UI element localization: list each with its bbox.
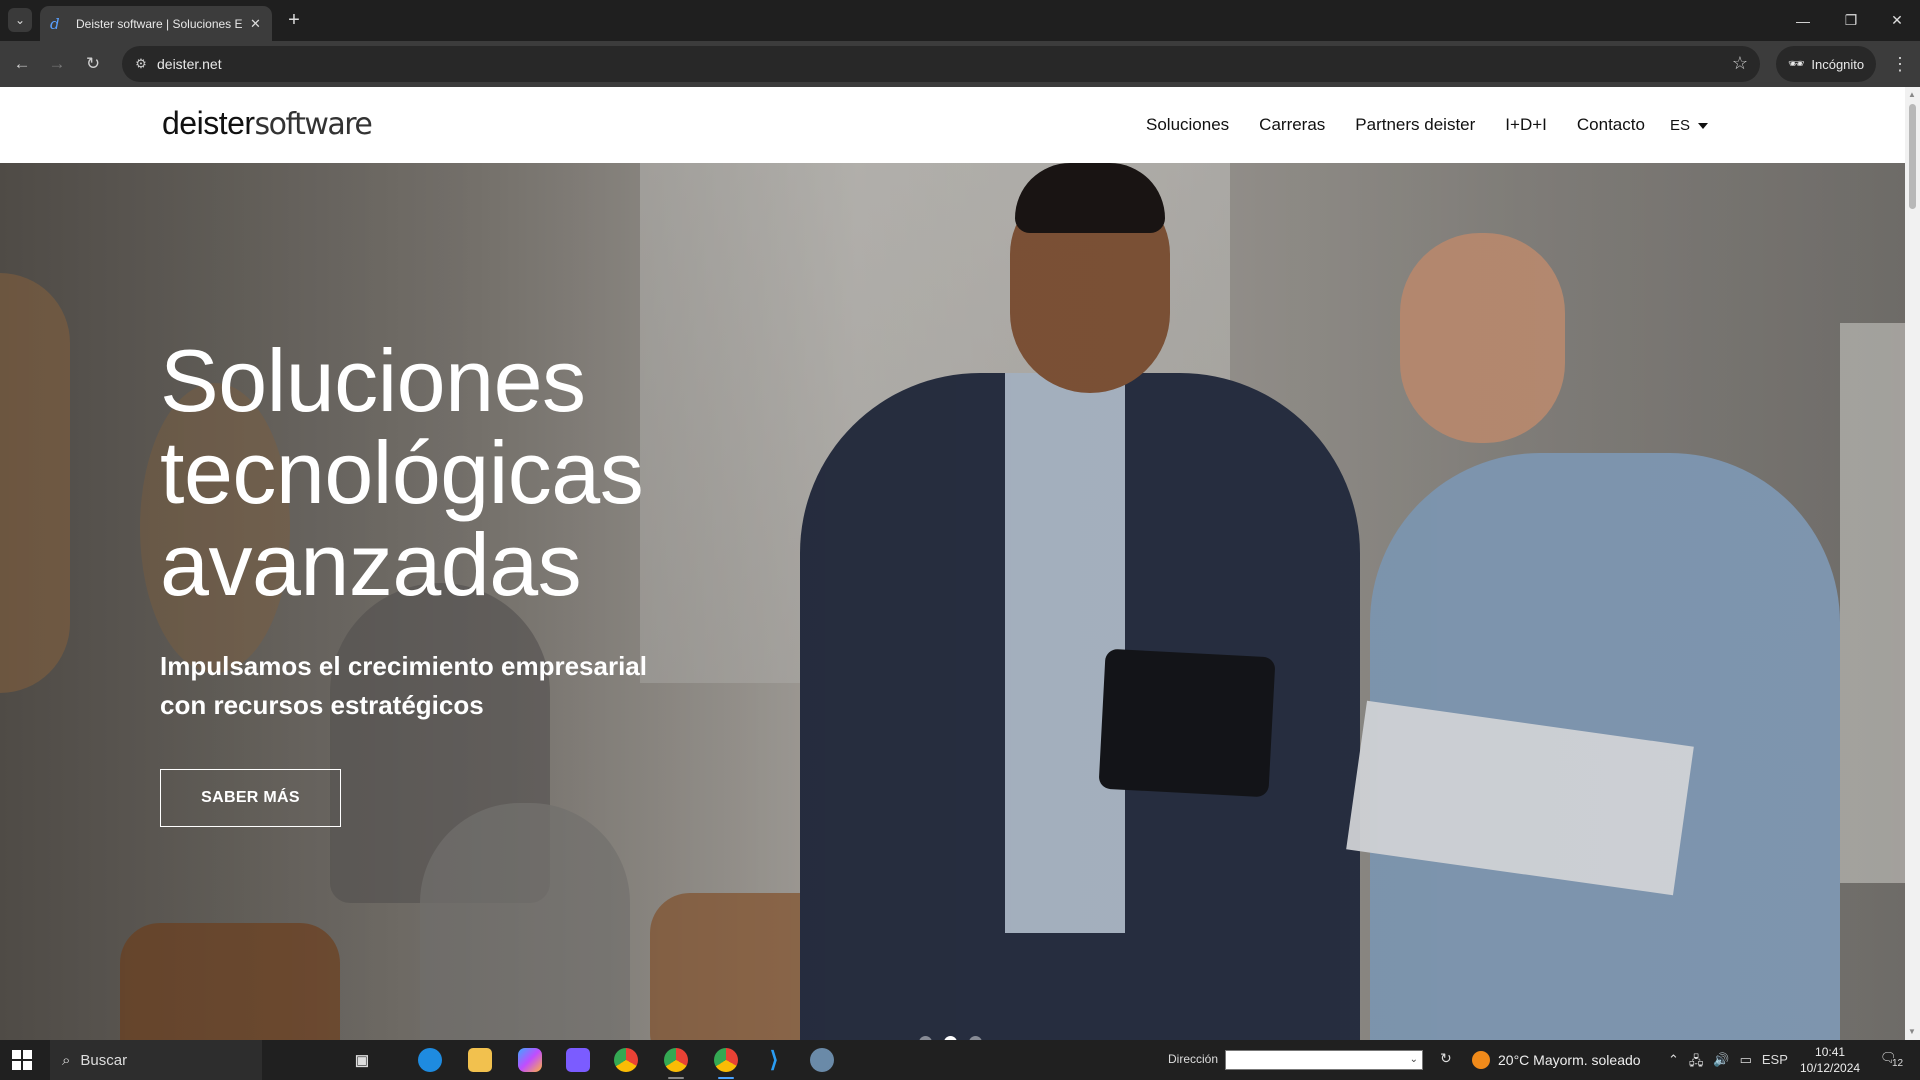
clock[interactable]: 10:41 10/12/2024 bbox=[1800, 1044, 1860, 1076]
browser-tab-active[interactable]: d Deister software | Soluciones El ✕ bbox=[40, 6, 272, 41]
favicon-icon: d bbox=[50, 14, 60, 33]
app-icon[interactable] bbox=[566, 1048, 590, 1072]
saber-mas-button[interactable]: SABER MÁS bbox=[160, 769, 341, 827]
nav-carreras[interactable]: Carreras bbox=[1259, 115, 1325, 135]
chevron-up-icon[interactable]: ⌃ bbox=[1668, 1052, 1679, 1074]
input-language[interactable]: ESP bbox=[1762, 1052, 1788, 1074]
chrome-icon[interactable] bbox=[614, 1048, 638, 1072]
windows-start-icon[interactable] bbox=[12, 1050, 32, 1070]
file-explorer-icon[interactable] bbox=[468, 1048, 492, 1072]
tab-list-icon[interactable]: ⌄ bbox=[8, 8, 32, 32]
restore-icon[interactable]: ❐ bbox=[1828, 0, 1874, 41]
page-scrollbar[interactable]: ▲ ▼ bbox=[1905, 87, 1920, 1040]
nav-partners[interactable]: Partners deister bbox=[1355, 115, 1475, 135]
browser-toolbar: ← → ↻ ⚙ deister.net ☆ 🕶 Incógnito ⋮ bbox=[0, 41, 1920, 87]
logo-bold: deister bbox=[162, 105, 255, 141]
star-icon[interactable]: ☆ bbox=[1732, 53, 1748, 74]
taskbar-search-placeholder: Buscar bbox=[80, 1051, 128, 1069]
task-view-icon[interactable]: ▣ bbox=[350, 1048, 374, 1072]
go-icon[interactable]: ↻ bbox=[1440, 1050, 1452, 1067]
forward-icon[interactable]: → bbox=[43, 50, 71, 78]
incognito-label: Incógnito bbox=[1811, 56, 1865, 72]
back-icon[interactable]: ← bbox=[8, 50, 36, 78]
nav-idi[interactable]: I+D+I bbox=[1505, 115, 1547, 135]
clock-time: 10:41 bbox=[1815, 1045, 1846, 1059]
direccion-input[interactable]: ⌄ bbox=[1225, 1050, 1423, 1070]
direccion-label: Dirección bbox=[1168, 1052, 1219, 1066]
system-tray: ⌃ 🖧 🔊 ▭ ESP bbox=[1668, 1052, 1788, 1074]
scroll-thumb[interactable] bbox=[1909, 104, 1916, 209]
plus-icon[interactable]: + bbox=[282, 8, 306, 32]
hero-content: Soluciones tecnológicas avanzadas Impuls… bbox=[160, 335, 760, 827]
url-text[interactable]: deister.net bbox=[157, 56, 222, 72]
minimize-icon[interactable]: — bbox=[1780, 0, 1826, 41]
hero-title: Soluciones tecnológicas avanzadas bbox=[160, 331, 644, 614]
main-nav: Soluciones Carreras Partners deister I+D… bbox=[1146, 115, 1645, 135]
taskbar-search[interactable]: ⌕ Buscar bbox=[50, 1040, 262, 1080]
vscode-icon[interactable]: ⟩ bbox=[762, 1047, 786, 1072]
close-icon[interactable]: ✕ bbox=[250, 16, 261, 32]
copilot-icon[interactable] bbox=[518, 1048, 542, 1072]
tab-title: Deister software | Soluciones El bbox=[76, 16, 242, 31]
logo-light: software bbox=[254, 107, 373, 142]
site-header: deistersoftware Soluciones Carreras Part… bbox=[0, 87, 1905, 163]
notification-count: 12 bbox=[1892, 1058, 1904, 1069]
edge-icon[interactable] bbox=[418, 1048, 442, 1072]
weather-widget[interactable]: 20°C Mayorm. soleado bbox=[1472, 1051, 1641, 1069]
web-page: deistersoftware Soluciones Carreras Part… bbox=[0, 87, 1905, 1040]
language-selector[interactable]: ES bbox=[1670, 117, 1709, 134]
volume-icon[interactable]: 🔊 bbox=[1713, 1052, 1729, 1074]
reload-icon[interactable]: ↻ bbox=[79, 50, 107, 78]
chevron-down-icon bbox=[1698, 122, 1709, 129]
language-label: ES bbox=[1670, 117, 1691, 134]
battery-icon[interactable]: ▭ bbox=[1740, 1052, 1752, 1074]
address-bar[interactable]: ⚙ deister.net ☆ bbox=[122, 46, 1760, 82]
incognito-button[interactable]: 🕶 Incógnito bbox=[1776, 46, 1876, 82]
clock-date: 10/12/2024 bbox=[1800, 1061, 1861, 1075]
app-icon[interactable] bbox=[810, 1048, 834, 1072]
nav-soluciones[interactable]: Soluciones bbox=[1146, 115, 1229, 135]
sun-icon bbox=[1472, 1051, 1490, 1069]
chrome-profile-icon[interactable] bbox=[664, 1048, 688, 1079]
incognito-icon: 🕶 bbox=[1787, 56, 1805, 71]
network-icon[interactable]: 🖧 bbox=[1689, 1052, 1704, 1074]
site-logo[interactable]: deistersoftware bbox=[162, 105, 373, 142]
nav-contacto[interactable]: Contacto bbox=[1577, 115, 1645, 135]
hero-subtitle: Impulsamos el crecimiento empresarial co… bbox=[160, 651, 647, 720]
kebab-menu-icon[interactable]: ⋮ bbox=[1888, 50, 1912, 78]
weather-text: 20°C Mayorm. soleado bbox=[1498, 1052, 1641, 1068]
browser-tabbar: ⌄ d Deister software | Soluciones El ✕ +… bbox=[0, 0, 1920, 41]
windows-taskbar: ⌕ Buscar ▣ ⟩ Dirección ⌄ ↻ 20°C Mayorm. … bbox=[0, 1040, 1920, 1080]
notification-icon[interactable]: 🗨 12 bbox=[1880, 1050, 1904, 1070]
chrome-incognito-icon[interactable] bbox=[714, 1048, 738, 1079]
search-icon: ⌕ bbox=[62, 1051, 71, 1069]
scroll-down-icon[interactable]: ▼ bbox=[1908, 1027, 1917, 1036]
close-window-icon[interactable]: ✕ bbox=[1874, 0, 1920, 41]
chevron-down-icon[interactable]: ⌄ bbox=[1410, 1054, 1418, 1065]
site-info-icon[interactable]: ⚙ bbox=[132, 55, 150, 73]
hero-carousel: Soluciones tecnológicas avanzadas Impuls… bbox=[0, 163, 1905, 1040]
scroll-up-icon[interactable]: ▲ bbox=[1908, 90, 1917, 99]
